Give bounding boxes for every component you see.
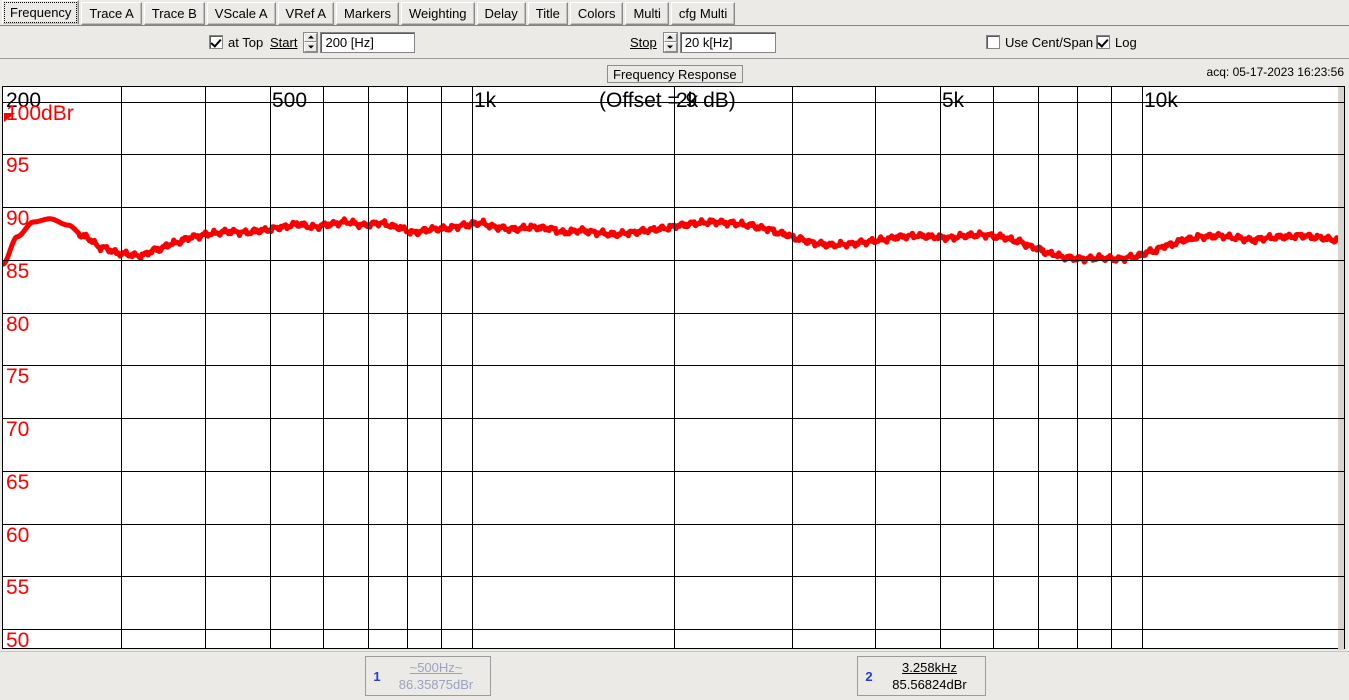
gridline-vertical xyxy=(1077,87,1078,648)
y-axis-tick-label: 80 xyxy=(6,314,29,336)
marker-values: ~500Hz~86.35875dBr xyxy=(388,659,490,693)
gridline-vertical xyxy=(875,87,876,648)
frequency-response-graph[interactable]: 2005001k2k5k10k100dBr9590858075706560555… xyxy=(2,86,1345,649)
y-axis-tick-label: 50 xyxy=(6,630,29,652)
marker-readout-bar: 1~500Hz~86.35875dBr23.258kHz85.56824dBr xyxy=(0,651,1349,700)
offset-annotation: (Offset = 9 dB) xyxy=(599,89,736,113)
tab-colors[interactable]: Colors xyxy=(570,2,624,25)
y-axis-tick-label: 85 xyxy=(6,261,29,283)
gridline-horizontal xyxy=(3,524,1344,525)
tab-vscale-a[interactable]: VScale A xyxy=(207,2,276,25)
use-cent-span-control[interactable]: Use Cent/Span xyxy=(986,31,1093,53)
frequency-control-row: at Top Start 200 [Hz] Stop 20 k[Hz] Use … xyxy=(0,26,1349,59)
stop-frequency-input[interactable]: 20 k[Hz] xyxy=(680,32,776,53)
start-frequency-control[interactable]: Start 200 [Hz] xyxy=(270,31,415,53)
gridline-horizontal xyxy=(3,629,1344,630)
gridline-horizontal xyxy=(3,471,1344,472)
at-top-checkbox[interactable] xyxy=(209,35,223,49)
use-cent-span-checkbox[interactable] xyxy=(986,35,1000,49)
gridline-vertical xyxy=(1038,87,1039,648)
marker-readout-1[interactable]: 1~500Hz~86.35875dBr xyxy=(365,656,491,696)
gridline-vertical xyxy=(441,87,442,648)
gridline-vertical xyxy=(407,87,408,648)
tab-frequency[interactable]: Frequency xyxy=(2,0,79,25)
y-axis-tick-label: 90 xyxy=(6,208,29,230)
gridline-horizontal xyxy=(3,365,1344,366)
tab-vref-a[interactable]: VRef A xyxy=(278,2,334,25)
marker-frequency: ~500Hz~ xyxy=(410,659,463,676)
gridline-vertical xyxy=(205,87,206,648)
tab-multi[interactable]: Multi xyxy=(625,2,668,25)
audio-analyzer-window: FrequencyTrace ATrace BVScale AVRef AMar… xyxy=(0,0,1349,700)
marker-index: 2 xyxy=(858,669,880,684)
tab-title[interactable]: Title xyxy=(528,2,568,25)
tab-markers[interactable]: Markers xyxy=(336,2,399,25)
marker-readout-2[interactable]: 23.258kHz85.56824dBr xyxy=(857,656,986,696)
y-axis-tick-label: 60 xyxy=(6,525,29,547)
gridline-vertical xyxy=(121,87,122,648)
stop-label: Stop xyxy=(630,35,657,50)
gridline-horizontal xyxy=(3,576,1344,577)
tab-weighting[interactable]: Weighting xyxy=(401,2,475,25)
at-top-label: at Top xyxy=(228,35,263,50)
gridline-horizontal xyxy=(3,207,1344,208)
y-axis-tick-label: 100dBr xyxy=(6,103,74,125)
log-control[interactable]: Log xyxy=(1096,31,1137,53)
start-spinner[interactable] xyxy=(303,32,318,53)
start-marker-icon xyxy=(4,113,15,122)
gridline-horizontal xyxy=(3,154,1344,155)
gridline-vertical xyxy=(1111,87,1112,648)
gridline-horizontal xyxy=(3,260,1344,261)
tab-cfg-multi[interactable]: cfg Multi xyxy=(671,2,735,25)
gridline-horizontal xyxy=(3,418,1344,419)
at-top-control[interactable]: at Top xyxy=(209,31,263,53)
marker-index: 1 xyxy=(366,669,388,684)
settings-tab-strip: FrequencyTrace ATrace BVScale AVRef AMar… xyxy=(0,0,1349,26)
gridline-vertical xyxy=(940,87,941,648)
gridline-vertical xyxy=(368,87,369,648)
log-checkbox[interactable] xyxy=(1096,35,1110,49)
gridline-horizontal xyxy=(3,313,1344,314)
marker-frequency: 3.258kHz xyxy=(902,659,957,676)
marker-amplitude: 86.35875dBr xyxy=(399,676,473,693)
y-axis-tick-label: 65 xyxy=(6,472,29,494)
stop-spinner[interactable] xyxy=(663,32,678,53)
x-axis-tick-label: 1k xyxy=(472,89,496,113)
gridline-vertical xyxy=(674,87,675,648)
graph-right-edge xyxy=(1338,87,1344,650)
x-axis-tick-label: 10k xyxy=(1142,89,1178,113)
y-axis-tick-label: 70 xyxy=(6,419,29,441)
gridline-vertical xyxy=(472,87,473,648)
y-axis-tick-label: 55 xyxy=(6,577,29,599)
gridline-vertical xyxy=(1142,87,1143,648)
y-axis-tick-label: 75 xyxy=(6,366,29,388)
plot-title[interactable]: Frequency Response xyxy=(607,65,743,83)
start-label: Start xyxy=(270,35,297,50)
x-axis-tick-label: 5k xyxy=(940,89,964,113)
log-label: Log xyxy=(1115,35,1137,50)
x-axis-tick-label: 500 xyxy=(270,89,307,113)
gridline-vertical xyxy=(323,87,324,648)
stop-frequency-control[interactable]: Stop 20 k[Hz] xyxy=(630,31,776,53)
y-axis-tick-label: 95 xyxy=(6,155,29,177)
acquisition-timestamp: acq: 05-17-2023 16:23:56 xyxy=(1207,65,1344,79)
gridline-vertical xyxy=(792,87,793,648)
gridline-vertical xyxy=(270,87,271,648)
tab-delay[interactable]: Delay xyxy=(477,2,526,25)
marker-values: 3.258kHz85.56824dBr xyxy=(880,659,985,693)
gridline-vertical xyxy=(993,87,994,648)
tab-trace-a[interactable]: Trace A xyxy=(81,2,141,25)
start-frequency-input[interactable]: 200 [Hz] xyxy=(320,32,415,53)
marker-amplitude: 85.56824dBr xyxy=(892,676,966,693)
tab-trace-b[interactable]: Trace B xyxy=(144,2,205,25)
use-cent-span-label: Use Cent/Span xyxy=(1005,35,1093,50)
